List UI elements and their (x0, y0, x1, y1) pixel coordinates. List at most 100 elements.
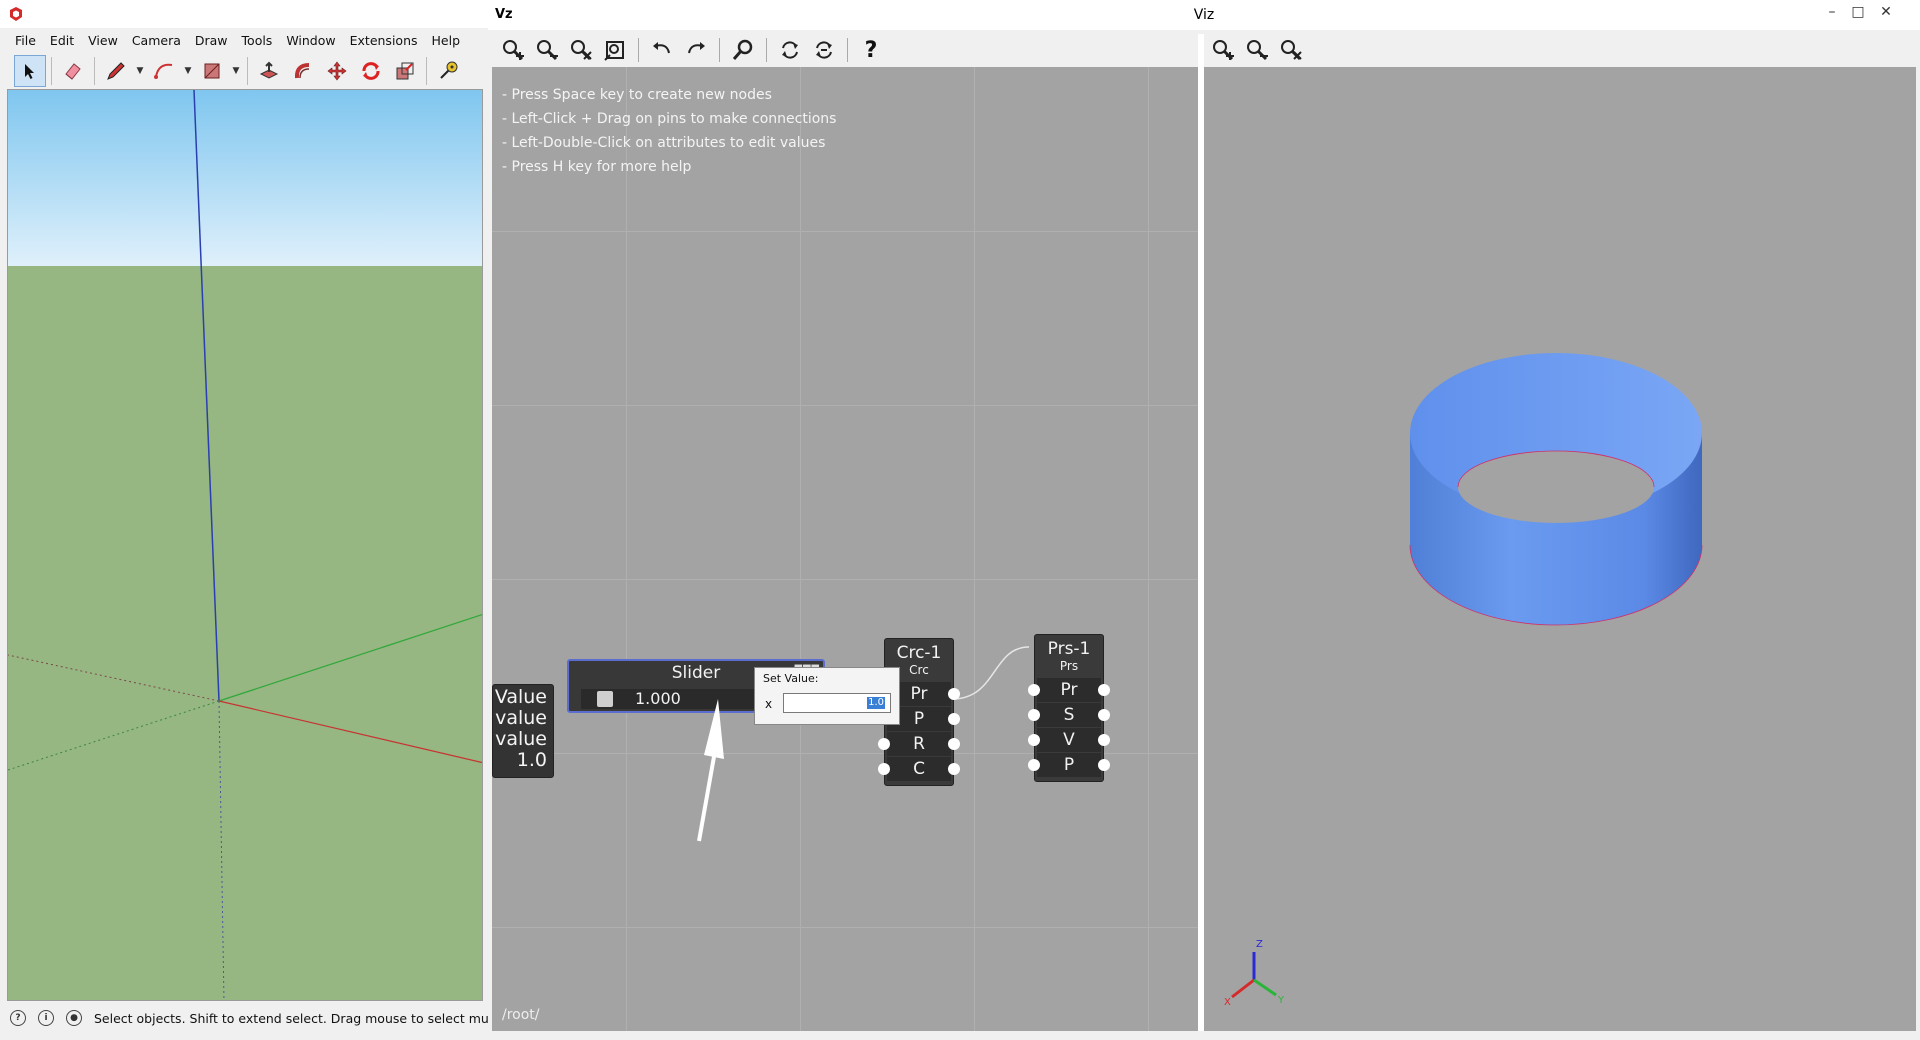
menu-draw[interactable]: Draw (188, 33, 235, 48)
output-pin[interactable] (1098, 759, 1110, 771)
help-line: - Left-Click + Drag on pins to make conn… (502, 111, 837, 127)
rotate-tool-button[interactable] (355, 55, 387, 87)
redo-button[interactable] (681, 35, 711, 65)
menu-camera[interactable]: Camera (125, 33, 188, 48)
push-pull-tool-button[interactable] (253, 55, 285, 87)
arc-tool-dropdown[interactable]: ▼ (182, 55, 194, 87)
value-line: value (495, 728, 547, 750)
annotation-arrow-icon (697, 699, 724, 842)
help-icon: ? (864, 37, 878, 63)
viewer-zoom-out-button[interactable] (1242, 35, 1272, 65)
sketchup-titlebar (0, 0, 488, 28)
help-line: - Left-Double-Click on attributes to edi… (502, 135, 826, 151)
rectangle-tool-button[interactable] (196, 55, 228, 87)
output-pin[interactable] (948, 763, 960, 775)
input-pin[interactable] (1028, 734, 1040, 746)
viewer-zoom-in-button[interactable] (1208, 35, 1238, 65)
pin-row[interactable]: C (878, 757, 960, 781)
pin-row[interactable]: S (1028, 703, 1110, 727)
output-pin[interactable] (948, 688, 960, 700)
menu-window[interactable]: Window (279, 33, 342, 48)
status-text: Select objects. Shift to extend select. … (94, 1010, 488, 1026)
menu-file[interactable]: File (8, 33, 43, 48)
gizmo-label-x: X (1224, 997, 1231, 1008)
move-tool-button[interactable] (321, 55, 353, 87)
output-pin[interactable] (1098, 709, 1110, 721)
select-tool-button[interactable] (14, 55, 46, 87)
geo-location-icon[interactable]: ? (10, 1010, 26, 1026)
output-pin[interactable] (948, 738, 960, 750)
axis-gizmo-icon: Z X Y (1224, 939, 1285, 1008)
input-pin[interactable] (878, 763, 890, 775)
menu-help[interactable]: Help (425, 33, 468, 48)
viewer-zoom-reset-button[interactable] (1276, 35, 1306, 65)
output-pin[interactable] (948, 713, 960, 725)
toolbar-separator (638, 38, 639, 62)
slider-thumb[interactable] (597, 691, 613, 707)
refresh-all-icon (816, 41, 832, 59)
zoom-reset-icon (571, 40, 592, 61)
menu-tools[interactable]: Tools (235, 33, 280, 48)
refresh-button[interactable] (775, 35, 805, 65)
arc-tool-button[interactable] (148, 55, 180, 87)
search-button[interactable] (728, 35, 758, 65)
user-account-icon[interactable]: ● (66, 1010, 82, 1026)
help-text: - Press Space key to create new nodes - … (502, 83, 836, 179)
value-display-node[interactable]: Value value value 1.0 (492, 684, 554, 778)
output-pin[interactable] (1098, 734, 1110, 746)
gizmo-label-y: Y (1277, 995, 1285, 1006)
pin-row[interactable]: V (1028, 728, 1110, 752)
pin-row[interactable]: P (1028, 753, 1110, 777)
zoom-reset-icon (1281, 40, 1302, 61)
node-title: Crc-1 (896, 643, 942, 663)
input-pin[interactable] (878, 738, 890, 750)
input-pin[interactable] (1028, 759, 1040, 771)
search-icon (732, 39, 753, 60)
menu-view[interactable]: View (81, 33, 125, 48)
menu-extensions[interactable]: Extensions (343, 33, 425, 48)
pin-label: P (1063, 755, 1075, 775)
sketchup-logo-icon (10, 7, 22, 21)
value-line: Value (494, 686, 547, 708)
refresh-all-button[interactable] (809, 35, 839, 65)
follow-me-tool-button[interactable] (287, 55, 319, 87)
line-tool-button[interactable] (100, 55, 132, 87)
zoom-in-icon (503, 40, 524, 61)
undo-button[interactable] (647, 35, 677, 65)
3d-viewer[interactable]: Z X Y (1204, 67, 1916, 1031)
pin-row[interactable]: R (878, 732, 960, 756)
zoom-reset-button[interactable] (566, 35, 596, 65)
maximize-button[interactable]: □ (1844, 2, 1872, 22)
toolbar-separator (426, 57, 427, 85)
zoom-out-icon (537, 40, 558, 61)
prs-node[interactable]: Prs-1 Prs Pr S V P (1028, 634, 1110, 782)
input-pin[interactable] (1028, 684, 1040, 696)
rectangle-tool-dropdown[interactable]: ▼ (230, 55, 242, 87)
scale-tool-button[interactable] (389, 55, 421, 87)
minimize-button[interactable]: – (1818, 2, 1846, 22)
help-line: - Press Space key to create new nodes (502, 87, 772, 103)
slider-value: 1.000 (635, 689, 681, 708)
line-tool-dropdown[interactable]: ▼ (134, 55, 146, 87)
pin-row[interactable]: Pr (1028, 678, 1110, 702)
zoom-in-button[interactable] (498, 35, 528, 65)
sketchup-3d-viewport[interactable] (7, 89, 483, 1001)
fit-view-button[interactable] (600, 35, 630, 65)
set-value-selected-text: 1.0 (867, 697, 885, 709)
green-axis-negative (8, 700, 220, 771)
tape-measure-tool-button[interactable] (432, 55, 464, 87)
output-pin[interactable] (1098, 684, 1110, 696)
credits-icon[interactable]: i (38, 1010, 54, 1026)
menu-edit[interactable]: Edit (43, 33, 81, 48)
input-pin[interactable] (1028, 709, 1040, 721)
toolbar-separator (51, 57, 52, 85)
tape-measure-icon (440, 61, 458, 79)
select-arrow-icon (25, 64, 34, 79)
gizmo-label-z: Z (1256, 939, 1263, 950)
zoom-in-icon (1213, 40, 1234, 61)
close-button[interactable]: ✕ (1872, 2, 1900, 22)
node-graph-canvas[interactable]: - Press Space key to create new nodes - … (492, 67, 1198, 1031)
help-button[interactable]: ? (856, 35, 886, 65)
zoom-out-button[interactable] (532, 35, 562, 65)
eraser-tool-button[interactable] (57, 55, 89, 87)
